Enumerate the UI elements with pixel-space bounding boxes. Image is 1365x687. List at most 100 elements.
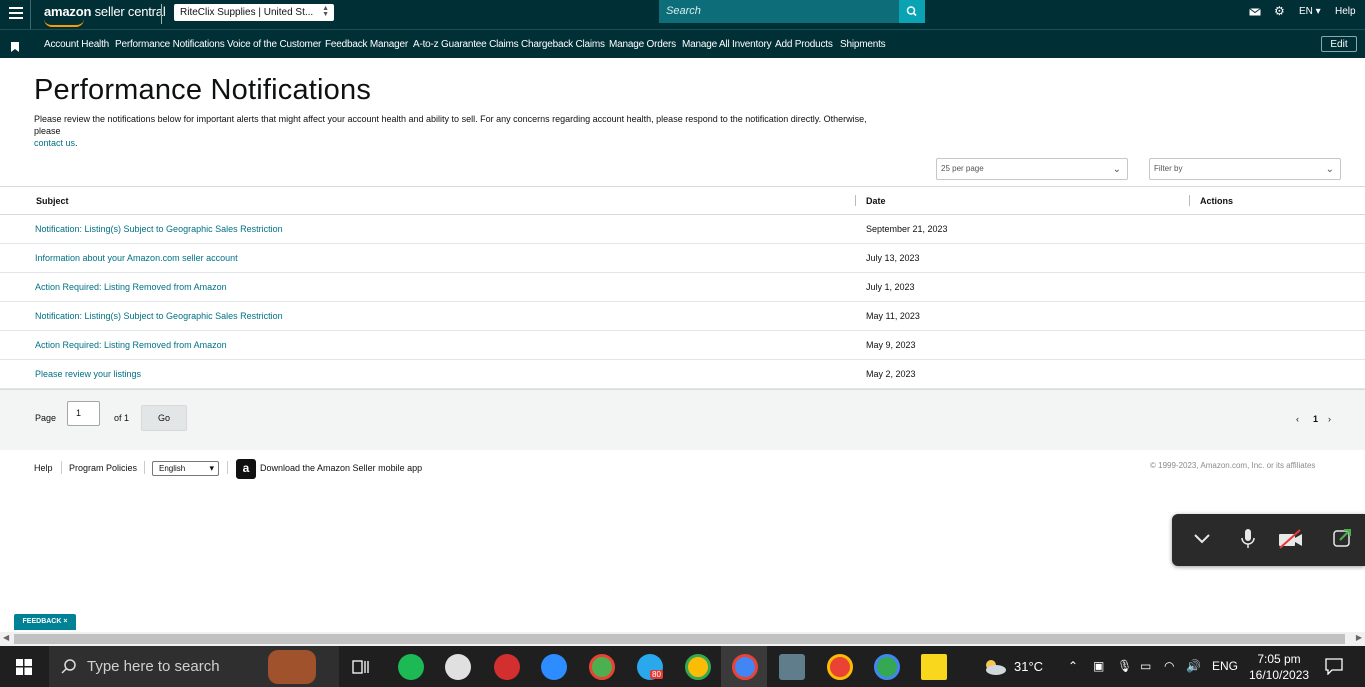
notification-link[interactable]: Notification: Listing(s) Subject to Geog… bbox=[35, 224, 283, 234]
nav-chargeback-claims[interactable]: Chargeback Claims bbox=[521, 39, 605, 50]
main-nav: Account Health Performance Notifications… bbox=[0, 29, 1365, 58]
notification-date: July 1, 2023 bbox=[866, 282, 915, 292]
sticky-notes-icon[interactable] bbox=[921, 654, 947, 680]
amazon-app-icon[interactable]: a bbox=[236, 459, 256, 479]
notification-link[interactable]: Action Required: Listing Removed from Am… bbox=[35, 340, 227, 350]
chevron-left-icon[interactable]: ‹ bbox=[1296, 414, 1299, 424]
footer-language-select[interactable]: English ▾ bbox=[152, 461, 219, 476]
divider bbox=[227, 461, 228, 474]
windows-start-icon[interactable] bbox=[16, 659, 32, 680]
notification-date: September 21, 2023 bbox=[866, 224, 948, 234]
clock-date: 16/10/2023 bbox=[1249, 668, 1310, 682]
bookmark-icon[interactable] bbox=[11, 39, 19, 57]
wifi-icon[interactable]: ◠ bbox=[1164, 646, 1174, 687]
edit-nav-button[interactable]: Edit bbox=[1321, 36, 1357, 52]
search-input[interactable]: Search bbox=[659, 0, 899, 23]
chrome-profile-m-icon[interactable] bbox=[685, 654, 711, 680]
weather-temperature[interactable]: 31°C bbox=[1014, 646, 1043, 687]
chevron-right-icon[interactable]: › bbox=[1328, 414, 1331, 424]
camera-off-icon[interactable] bbox=[1278, 528, 1304, 555]
go-button[interactable]: Go bbox=[141, 405, 187, 431]
column-actions: Actions bbox=[1200, 196, 1234, 206]
mobile-app-link[interactable]: Download the Amazon Seller mobile app bbox=[260, 463, 422, 473]
page-description: Please review the notifications below fo… bbox=[34, 114, 867, 148]
scrollbar-thumb[interactable] bbox=[14, 634, 1345, 644]
snipping-tool-icon[interactable] bbox=[494, 654, 520, 680]
per-page-select[interactable]: 25 per page ⌄ bbox=[936, 158, 1128, 180]
feedback-tab[interactable]: FEEDBACK × bbox=[14, 614, 76, 630]
table-row: Notification: Listing(s) Subject to Geog… bbox=[0, 302, 1365, 331]
account-selector[interactable]: RiteClix Supplies | United St... ▲ ▼ bbox=[174, 4, 334, 21]
page-title: Performance Notifications bbox=[34, 74, 372, 106]
program-policies-link[interactable]: Program Policies bbox=[69, 463, 137, 473]
contact-us-link[interactable]: contact us bbox=[34, 138, 75, 148]
task-view-icon[interactable] bbox=[352, 659, 370, 680]
volume-icon[interactable]: 🔊 bbox=[1186, 646, 1201, 687]
table-row: Information about your Amazon.com seller… bbox=[0, 244, 1365, 273]
chevron-up-icon[interactable]: ⌃ bbox=[1068, 646, 1078, 687]
filter-select[interactable]: Filter by ⌄ bbox=[1149, 158, 1341, 180]
divider bbox=[161, 4, 162, 24]
chrome-profile-l-icon[interactable] bbox=[732, 654, 758, 680]
footer-help-link[interactable]: Help bbox=[34, 463, 53, 473]
nav-account-health[interactable]: Account Health bbox=[44, 39, 109, 50]
input-language[interactable]: ENG bbox=[1212, 646, 1238, 687]
hedgehog-widget-icon[interactable] bbox=[268, 650, 316, 684]
zoom-icon[interactable] bbox=[541, 654, 567, 680]
table-row: Action Required: Listing Removed from Am… bbox=[0, 331, 1365, 360]
nav-add-products[interactable]: Add Products bbox=[775, 39, 833, 50]
column-subject[interactable]: Subject bbox=[36, 196, 69, 206]
pagination-bar bbox=[0, 389, 1365, 450]
notification-link[interactable]: Please review your listings bbox=[35, 369, 141, 379]
meet-now-icon[interactable]: ▣ bbox=[1093, 646, 1104, 687]
top-bar: amazon seller central RiteClix Supplies … bbox=[0, 0, 1365, 29]
table-row: Notification: Listing(s) Subject to Geog… bbox=[0, 215, 1365, 244]
calculator-icon[interactable] bbox=[779, 654, 805, 680]
horizontal-scrollbar[interactable]: ◀ ▶ bbox=[0, 632, 1365, 646]
chevron-down-icon: ▾ bbox=[209, 463, 214, 473]
seller-central-logo[interactable]: amazon seller central bbox=[44, 4, 166, 19]
share-screen-icon[interactable] bbox=[1332, 528, 1352, 553]
column-divider bbox=[1189, 195, 1190, 206]
microphone-icon[interactable]: 🎙 bbox=[1117, 646, 1132, 687]
divider bbox=[30, 0, 31, 29]
copyright: © 1999-2023, Amazon.com, Inc. or its aff… bbox=[1150, 461, 1316, 470]
nav-manage-orders[interactable]: Manage Orders bbox=[609, 39, 676, 50]
gear-icon[interactable]: ⚙ bbox=[1274, 4, 1285, 18]
divider bbox=[144, 461, 145, 474]
scroll-right-icon[interactable]: ▶ bbox=[1356, 633, 1362, 642]
menu-icon[interactable] bbox=[9, 7, 23, 21]
chrome-profile-r-icon[interactable] bbox=[874, 654, 900, 680]
meeting-controls bbox=[1172, 514, 1365, 566]
battery-icon[interactable]: ▭ bbox=[1140, 646, 1151, 687]
clock-time: 7:05 pm bbox=[1257, 652, 1301, 666]
notification-date: May 2, 2023 bbox=[866, 369, 916, 379]
nav-a-to-z-claims[interactable]: A-to-z Guarantee Claims bbox=[413, 39, 519, 50]
nav-manage-inventory[interactable]: Manage All Inventory bbox=[682, 39, 772, 50]
notifications-icon[interactable] bbox=[1325, 658, 1343, 680]
notification-link[interactable]: Information about your Amazon.com seller… bbox=[35, 253, 238, 263]
help-link[interactable]: Help bbox=[1335, 6, 1356, 17]
nav-shipments[interactable]: Shipments bbox=[840, 39, 886, 50]
system-clock[interactable]: 7:05 pm 16/10/2023 bbox=[1249, 651, 1309, 683]
search-button[interactable] bbox=[899, 0, 925, 23]
notification-link[interactable]: Notification: Listing(s) Subject to Geog… bbox=[35, 311, 283, 321]
spotify-icon[interactable] bbox=[398, 654, 424, 680]
page-number-input[interactable]: 1 bbox=[67, 401, 100, 426]
table-row: Please review your listings May 2, 2023 bbox=[0, 360, 1365, 389]
mail-icon[interactable] bbox=[1249, 5, 1261, 23]
chrome-profile-s-icon[interactable] bbox=[827, 654, 853, 680]
nav-voice-of-customer[interactable]: Voice of the Customer bbox=[227, 39, 321, 50]
chevron-down-icon[interactable] bbox=[1192, 528, 1212, 553]
clock-app-icon[interactable] bbox=[445, 654, 471, 680]
weather-icon[interactable] bbox=[982, 658, 1008, 681]
notification-link[interactable]: Action Required: Listing Removed from Am… bbox=[35, 282, 227, 292]
chrome-icon[interactable] bbox=[589, 654, 615, 680]
nav-performance-notifications[interactable]: Performance Notifications bbox=[115, 39, 225, 50]
microphone-icon[interactable] bbox=[1240, 528, 1256, 555]
nav-feedback-manager[interactable]: Feedback Manager bbox=[325, 39, 408, 50]
column-date[interactable]: Date bbox=[866, 196, 886, 206]
scroll-left-icon[interactable]: ◀ bbox=[3, 633, 9, 642]
language-selector[interactable]: EN ▾ bbox=[1299, 6, 1321, 17]
current-page-number[interactable]: 1 bbox=[1313, 414, 1318, 424]
